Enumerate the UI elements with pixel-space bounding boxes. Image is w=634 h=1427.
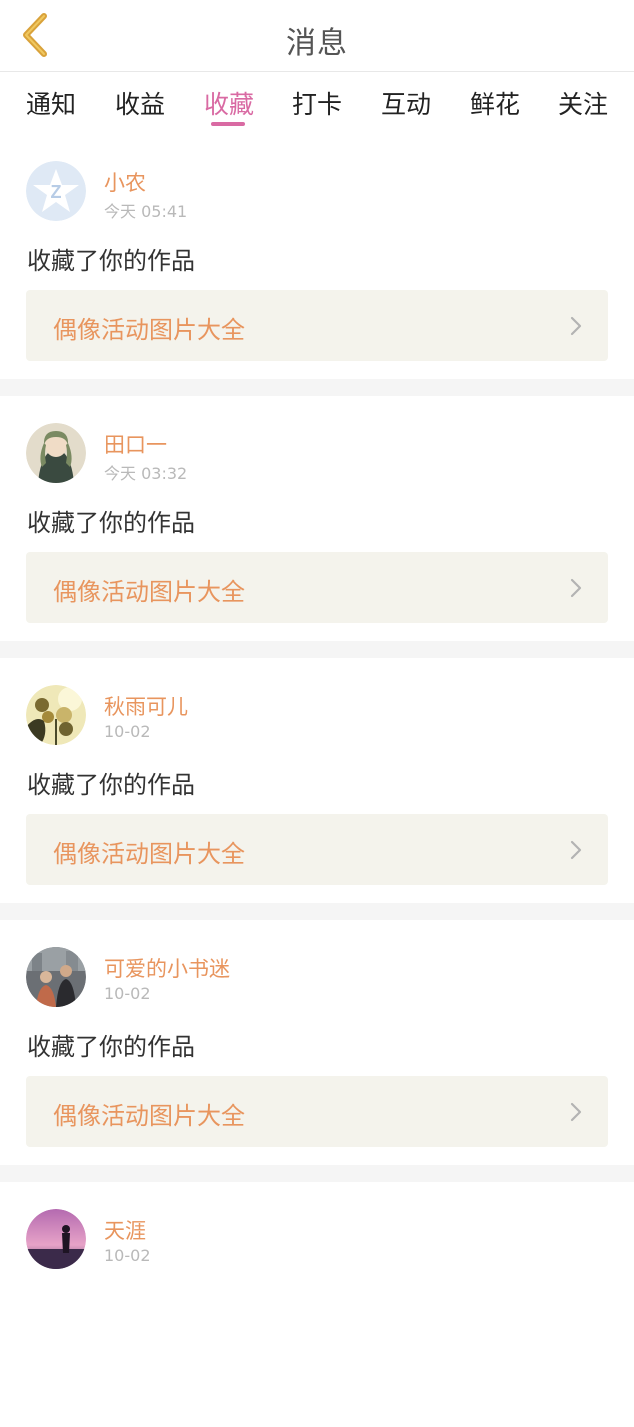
tab-interaction[interactable]: 互动	[381, 85, 431, 121]
work-link[interactable]: 偶像活动图片大全	[26, 814, 608, 885]
message-card: 天涯 10-02	[0, 1182, 634, 1427]
tab-favorites[interactable]: 收藏	[204, 85, 254, 121]
work-link[interactable]: 偶像活动图片大全	[26, 1076, 608, 1147]
tab-bar: 通知 收益 收藏 打卡 互动 鲜花 关注	[0, 73, 634, 133]
chevron-right-icon	[570, 1102, 582, 1122]
top-bar: 消息	[0, 0, 634, 72]
action-text: 收藏了你的作品	[27, 509, 195, 537]
avatar[interactable]	[26, 1209, 86, 1269]
avatar[interactable]	[26, 685, 86, 745]
tab-earnings[interactable]: 收益	[115, 85, 165, 121]
action-text: 收藏了你的作品	[27, 771, 195, 799]
flowers-icon	[26, 685, 86, 745]
avatar[interactable]: Z	[26, 161, 86, 221]
active-tab-indicator	[211, 122, 245, 126]
chevron-right-icon	[570, 578, 582, 598]
message-card: 田口一 今天 03:32 收藏了你的作品 偶像活动图片大全	[0, 396, 634, 641]
action-text: 收藏了你的作品	[27, 1033, 195, 1061]
divider	[0, 1165, 634, 1182]
timestamp: 10-02	[104, 1246, 151, 1265]
timestamp: 10-02	[104, 722, 151, 741]
people-photo-icon	[26, 947, 86, 1007]
avatar[interactable]	[26, 947, 86, 1007]
divider	[0, 379, 634, 396]
timestamp: 今天 03:32	[104, 464, 188, 483]
chevron-right-icon	[570, 316, 582, 336]
avatar[interactable]	[26, 423, 86, 483]
page-title: 消息	[286, 26, 348, 61]
message-card: 秋雨可儿 10-02 收藏了你的作品 偶像活动图片大全	[0, 658, 634, 903]
work-title: 偶像活动图片大全	[53, 578, 245, 606]
divider	[0, 903, 634, 920]
q-logo-icon: Z	[26, 161, 86, 221]
user-name[interactable]: 田口一	[104, 429, 167, 459]
tab-flowers[interactable]: 鲜花	[470, 85, 520, 121]
message-card: 可爱的小书迷 10-02 收藏了你的作品 偶像活动图片大全	[0, 920, 634, 1165]
user-name[interactable]: 秋雨可儿	[104, 691, 188, 721]
user-name[interactable]: 可爱的小书迷	[104, 953, 230, 983]
sunset-silhouette-icon	[26, 1209, 86, 1269]
anime-girl-icon	[26, 423, 86, 483]
timestamp: 10-02	[104, 984, 151, 1003]
message-card: Z 小农 今天 05:41 收藏了你的作品 偶像活动图片大全	[0, 134, 634, 379]
timestamp: 今天 05:41	[104, 202, 188, 221]
action-text: 收藏了你的作品	[27, 247, 195, 275]
chevron-right-icon	[570, 840, 582, 860]
work-link[interactable]: 偶像活动图片大全	[26, 290, 608, 361]
work-link[interactable]: 偶像活动图片大全	[26, 552, 608, 623]
user-name[interactable]: 小农	[104, 167, 146, 197]
work-title: 偶像活动图片大全	[53, 1102, 245, 1130]
work-title: 偶像活动图片大全	[53, 840, 245, 868]
tab-checkin[interactable]: 打卡	[292, 85, 342, 121]
svg-text:Z: Z	[51, 182, 62, 202]
user-name[interactable]: 天涯	[104, 1215, 146, 1245]
tab-notifications[interactable]: 通知	[26, 85, 76, 121]
divider	[0, 641, 634, 658]
tab-following[interactable]: 关注	[558, 85, 608, 121]
message-list: Z 小农 今天 05:41 收藏了你的作品 偶像活动图片大全 田口一 今天 03…	[0, 134, 634, 1427]
work-title: 偶像活动图片大全	[53, 316, 245, 344]
